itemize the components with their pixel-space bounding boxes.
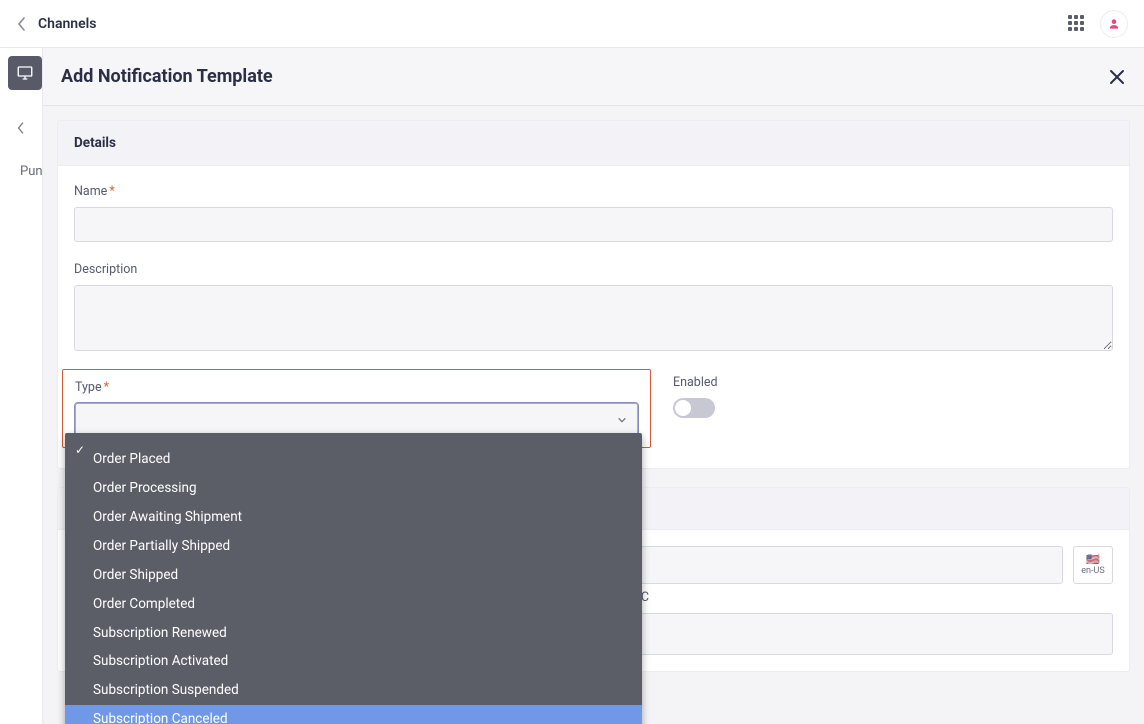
type-option[interactable]: Order Awaiting Shipment bbox=[65, 503, 642, 532]
bcc-right-col: BCC bbox=[625, 590, 1113, 655]
top-bar: Channels bbox=[0, 0, 1144, 48]
bcc-label: BCC bbox=[625, 590, 1113, 605]
type-option[interactable]: Subscription Suspended bbox=[65, 676, 642, 705]
name-label: Name* bbox=[74, 184, 1113, 199]
enabled-column: Enabled bbox=[673, 375, 1113, 448]
type-label: Type* bbox=[75, 380, 638, 395]
locale-code: en-US bbox=[1081, 566, 1104, 576]
type-label-text: Type bbox=[75, 380, 102, 395]
description-label: Description bbox=[74, 262, 1113, 277]
bcc-input[interactable] bbox=[625, 613, 1113, 655]
locale-flag-icon: 🇺🇸 bbox=[1086, 554, 1100, 565]
type-dropdown[interactable]: Order PlacedOrder ProcessingOrder Awaiti… bbox=[65, 433, 642, 724]
type-option[interactable]: Subscription Renewed bbox=[65, 619, 642, 648]
type-focus-ring: Type* Order PlacedOrder ProcessingOrder … bbox=[62, 369, 651, 448]
details-body: Name* Description Type* bbox=[58, 166, 1129, 468]
name-label-text: Name bbox=[74, 184, 107, 199]
avatar[interactable] bbox=[1100, 10, 1128, 38]
type-option[interactable]: Order Processing bbox=[65, 474, 642, 503]
required-asterisk: * bbox=[104, 380, 109, 395]
details-header: Details bbox=[58, 121, 1129, 166]
topbar-left: Channels bbox=[16, 16, 97, 32]
back-chevron-icon[interactable] bbox=[16, 17, 28, 31]
slideover-panel: Add Notification Template Details Name* … bbox=[42, 48, 1144, 724]
chevron-down-icon bbox=[617, 415, 627, 425]
type-option[interactable]: Subscription Activated bbox=[65, 647, 642, 676]
panel-title: Add Notification Template bbox=[61, 66, 273, 87]
description-field: Description bbox=[74, 262, 1113, 355]
type-enabled-row: Type* Order PlacedOrder ProcessingOrder … bbox=[74, 375, 1113, 448]
type-option[interactable]: Order Shipped bbox=[65, 561, 642, 590]
type-option[interactable]: Order Placed bbox=[65, 445, 642, 474]
locale-button[interactable]: 🇺🇸 en-US bbox=[1073, 546, 1113, 584]
toggle-knob bbox=[675, 400, 691, 416]
apps-grid-icon[interactable] bbox=[1068, 15, 1086, 33]
type-option[interactable]: Order Completed bbox=[65, 590, 642, 619]
panel-body: Details Name* Description bbox=[43, 106, 1144, 724]
name-input[interactable] bbox=[74, 207, 1113, 242]
required-asterisk: * bbox=[109, 184, 114, 199]
type-option[interactable]: Subscription Canceled bbox=[65, 705, 642, 724]
page-title: Channels bbox=[38, 16, 97, 32]
details-card: Details Name* Description bbox=[57, 120, 1130, 469]
type-select[interactable] bbox=[75, 403, 638, 437]
close-icon[interactable] bbox=[1108, 68, 1126, 86]
name-field: Name* bbox=[74, 184, 1113, 242]
description-textarea[interactable] bbox=[74, 285, 1113, 351]
leftrail-monitor-icon[interactable] bbox=[8, 56, 42, 90]
topbar-right bbox=[1068, 10, 1128, 38]
type-option[interactable] bbox=[65, 437, 642, 445]
type-column: Type* Order PlacedOrder ProcessingOrder … bbox=[74, 375, 645, 448]
panel-header: Add Notification Template bbox=[43, 48, 1144, 106]
enabled-label: Enabled bbox=[673, 375, 1113, 390]
type-option[interactable]: Order Partially Shipped bbox=[65, 532, 642, 561]
sidebar-collapse-icon[interactable] bbox=[16, 122, 28, 134]
enabled-toggle[interactable] bbox=[673, 398, 715, 418]
